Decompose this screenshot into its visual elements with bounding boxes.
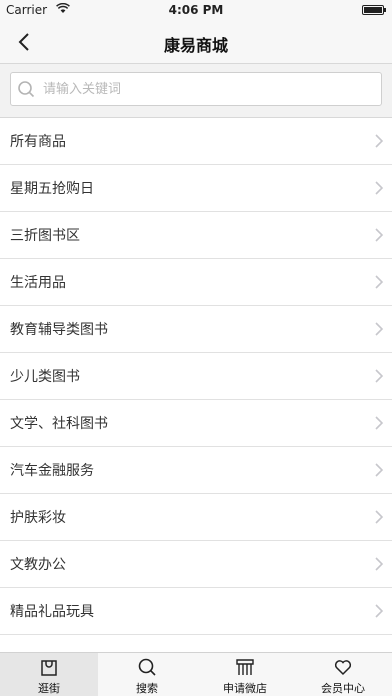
chevron-right-icon — [375, 557, 384, 571]
category-label: 文学、社科图书 — [10, 416, 108, 432]
chevron-right-icon — [375, 181, 384, 195]
page-title: 康易商城 — [163, 36, 228, 55]
tab-member[interactable]: 会员中心 — [294, 653, 392, 696]
category-label: 护肤彩妆 — [10, 510, 66, 526]
chevron-right-icon — [375, 604, 384, 618]
category-label: 文教办公 — [10, 557, 66, 573]
chevron-right-icon — [375, 416, 384, 430]
category-row[interactable]: 护肤彩妆 — [0, 494, 392, 541]
category-label: 所有商品 — [10, 134, 66, 150]
category-label: 生活用品 — [10, 275, 66, 291]
chevron-right-icon — [375, 228, 384, 242]
category-list: 所有商品星期五抢购日 三折图书区生活用品教育辅导类图书 少儿类图书文学、社科图书 汽车… — [0, 117, 392, 679]
chevron-right-icon — [375, 369, 384, 383]
search-section — [0, 64, 392, 116]
search-icon — [138, 658, 156, 676]
heart-icon — [334, 660, 352, 676]
tab-label: 会员中心 — [321, 682, 365, 695]
search-input[interactable] — [41, 80, 381, 98]
chevron-right-icon — [375, 275, 384, 289]
tab-label: 搜索 — [136, 682, 158, 695]
tab-label: 申请微店 — [223, 682, 267, 695]
navigation-bar: 康易商城 — [0, 20, 392, 64]
chevron-right-icon — [375, 134, 384, 148]
category-row[interactable]: 生活用品 — [0, 259, 392, 306]
search-box[interactable] — [10, 72, 382, 106]
category-row[interactable]: 文教办公 — [0, 541, 392, 588]
chevron-right-icon — [375, 322, 384, 336]
shop-icon — [236, 659, 254, 675]
category-label: 三折图书区 — [10, 228, 80, 244]
category-label: 教育辅导类图书 — [10, 322, 108, 338]
battery-icon — [362, 5, 386, 15]
category-row[interactable]: 教育辅导类图书 — [0, 306, 392, 353]
category-row[interactable]: 汽车金融服务 — [0, 447, 392, 494]
bag-icon — [41, 660, 57, 676]
tab-search[interactable]: 搜索 — [98, 653, 196, 696]
tab-apply-shop[interactable]: 申请微店 — [196, 653, 294, 696]
status-time: 4:06 PM — [168, 3, 224, 17]
status-bar: Carrier 4:06 PM — [0, 0, 392, 20]
category-row[interactable]: 三折图书区 — [0, 212, 392, 259]
category-label: 少儿类图书 — [10, 369, 80, 385]
category-label: 精品礼品玩具 — [10, 604, 94, 620]
category-row[interactable]: 所有商品 — [0, 118, 392, 165]
tab-browse[interactable]: 逛街 — [0, 653, 98, 696]
category-row[interactable]: 精品礼品玩具 — [0, 588, 392, 635]
tab-bar: 逛街 搜索 申请微店 会员中心 — [0, 652, 392, 696]
category-row[interactable]: 文学、社科图书 — [0, 400, 392, 447]
chevron-right-icon — [375, 463, 384, 477]
category-row[interactable]: 少儿类图书 — [0, 353, 392, 400]
search-icon — [15, 78, 37, 100]
tab-label: 逛街 — [38, 682, 60, 695]
chevron-right-icon — [375, 510, 384, 524]
category-label: 星期五抢购日 — [10, 181, 94, 197]
category-row[interactable]: 星期五抢购日 — [0, 165, 392, 212]
category-label: 汽车金融服务 — [10, 463, 94, 479]
